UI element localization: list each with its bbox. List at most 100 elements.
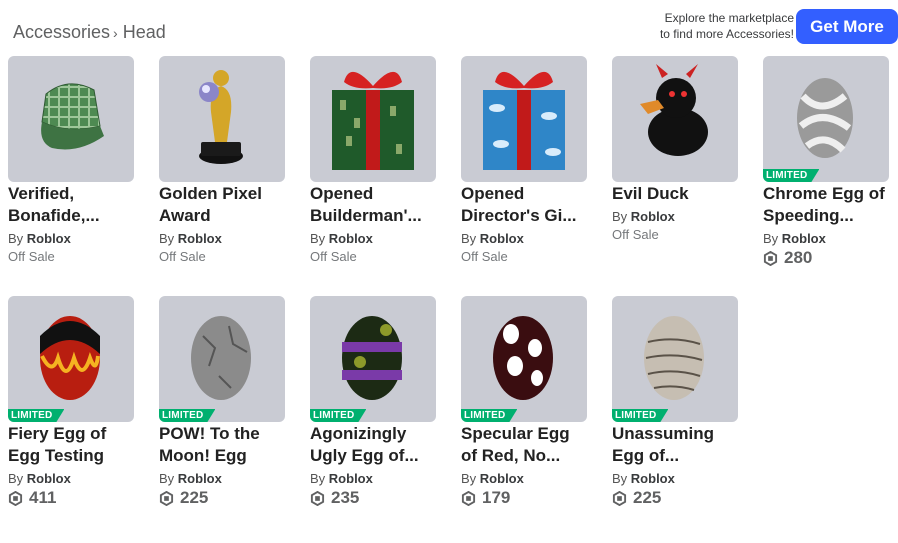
item-price: 179: [461, 488, 587, 508]
item-name[interactable]: Opened Director's Gi...: [461, 183, 587, 227]
robux-icon: [159, 490, 174, 506]
creator-link[interactable]: Roblox: [27, 471, 71, 486]
item-creator: By Roblox: [310, 470, 436, 487]
item-card[interactable]: Evil Duck By Roblox Off Sale: [612, 56, 738, 242]
explore-marketplace-text: Explore the marketplace to find more Acc…: [594, 10, 794, 42]
item-price: 225: [159, 488, 285, 508]
fiery-egg-icon: [40, 316, 100, 400]
creator-link[interactable]: Roblox: [631, 209, 675, 224]
item-thumbnail[interactable]: LIMITED: [310, 296, 436, 422]
item-thumbnail[interactable]: LIMITED: [461, 296, 587, 422]
item-card[interactable]: LIMITED Unassuming Egg of... By Roblox 2…: [612, 296, 738, 508]
breadcrumb-current: Head: [122, 22, 166, 42]
item-thumbnail[interactable]: [8, 56, 134, 182]
moon-egg-icon: [191, 316, 251, 400]
item-thumbnail[interactable]: LIMITED: [8, 296, 134, 422]
item-card[interactable]: Opened Director's Gi... By Roblox Off Sa…: [461, 56, 587, 264]
robux-icon: [612, 490, 627, 506]
by-label: By: [461, 471, 477, 486]
breadcrumb-accessories-link[interactable]: Accessories: [13, 22, 110, 43]
item-card[interactable]: Verified, Bonafide,... By Roblox Off Sal…: [8, 56, 134, 264]
item-name[interactable]: Unassuming Egg of...: [612, 423, 738, 467]
item-thumbnail[interactable]: [461, 56, 587, 182]
robux-icon: [763, 250, 778, 266]
creator-link[interactable]: Roblox: [480, 471, 524, 486]
limited-badge: LIMITED: [461, 409, 517, 422]
limited-badge: LIMITED: [612, 409, 668, 422]
price-value: 225: [180, 488, 209, 507]
specular-egg-icon: [493, 316, 553, 400]
chrome-egg-icon: [797, 78, 853, 158]
item-creator: By Roblox: [8, 470, 134, 487]
robux-icon: [461, 490, 476, 506]
item-name[interactable]: Opened Builderman'...: [310, 183, 436, 227]
item-thumbnail[interactable]: LIMITED: [763, 56, 889, 182]
item-creator: By Roblox: [461, 230, 587, 247]
creator-link[interactable]: Roblox: [480, 231, 524, 246]
item-status: Off Sale: [612, 227, 659, 242]
item-creator: By Roblox: [159, 230, 285, 247]
item-thumbnail[interactable]: [159, 56, 285, 182]
item-creator: By Roblox: [763, 230, 889, 247]
item-price: 411: [8, 488, 134, 508]
green-plaid-cap-icon: [41, 83, 104, 150]
item-card[interactable]: LIMITED Fiery Egg of Egg Testing By Robl…: [8, 296, 134, 508]
explore-line-2: to find more Accessories!: [659, 27, 794, 41]
limited-badge: LIMITED: [310, 409, 366, 422]
by-label: By: [8, 231, 24, 246]
evil-duck-icon: [640, 64, 708, 156]
chevron-right-icon: ›: [113, 24, 118, 41]
item-card[interactable]: LIMITED Chrome Egg of Speeding... By Rob…: [763, 56, 889, 268]
get-more-button[interactable]: Get More: [796, 9, 898, 44]
creator-link[interactable]: Roblox: [631, 471, 675, 486]
limited-badge: LIMITED: [8, 409, 64, 422]
item-creator: By Roblox: [159, 470, 285, 487]
green-gift-box-icon: [332, 71, 414, 170]
price-value: 235: [331, 488, 360, 507]
by-label: By: [612, 209, 628, 224]
item-price: 225: [612, 488, 738, 508]
price-value: 280: [784, 248, 813, 267]
by-label: By: [763, 231, 779, 246]
item-status: Off Sale: [8, 249, 55, 264]
item-price: 235: [310, 488, 436, 508]
creator-link[interactable]: Roblox: [27, 231, 71, 246]
item-name[interactable]: Fiery Egg of Egg Testing: [8, 423, 134, 467]
item-card[interactable]: Opened Builderman'... By Roblox Off Sale: [310, 56, 436, 264]
item-name[interactable]: Verified, Bonafide,...: [8, 183, 134, 227]
item-creator: By Roblox: [8, 230, 134, 247]
item-creator: By Roblox: [612, 208, 738, 225]
item-status: Off Sale: [461, 249, 508, 264]
item-card[interactable]: Golden Pixel Award By Roblox Off Sale: [159, 56, 285, 264]
limited-badge: LIMITED: [159, 409, 215, 422]
creator-link[interactable]: Roblox: [329, 471, 373, 486]
item-name[interactable]: Golden Pixel Award: [159, 183, 285, 227]
creator-link[interactable]: Roblox: [329, 231, 373, 246]
item-status: Off Sale: [310, 249, 357, 264]
breadcrumb: Accessories › Head: [13, 22, 166, 43]
item-name[interactable]: Chrome Egg of Speeding...: [763, 183, 889, 227]
item-creator: By Roblox: [310, 230, 436, 247]
item-name[interactable]: Agonizingly Ugly Egg of...: [310, 423, 436, 467]
creator-link[interactable]: Roblox: [178, 231, 222, 246]
by-label: By: [159, 471, 175, 486]
item-price: 280: [763, 248, 889, 268]
item-name[interactable]: Specular Egg of Red, No...: [461, 423, 587, 467]
explore-line-1: Explore the marketplace: [664, 11, 794, 25]
item-thumbnail[interactable]: LIMITED: [612, 296, 738, 422]
golden-trophy-icon: [199, 70, 243, 164]
blue-gift-box-icon: [483, 71, 565, 170]
by-label: By: [8, 471, 24, 486]
item-card[interactable]: LIMITED Specular Egg of Red, No... By Ro…: [461, 296, 587, 508]
item-name[interactable]: Evil Duck: [612, 183, 738, 205]
item-name[interactable]: POW! To the Moon! Egg: [159, 423, 285, 467]
creator-link[interactable]: Roblox: [782, 231, 826, 246]
item-thumbnail[interactable]: LIMITED: [159, 296, 285, 422]
creator-link[interactable]: Roblox: [178, 471, 222, 486]
robux-icon: [310, 490, 325, 506]
item-thumbnail[interactable]: [612, 56, 738, 182]
by-label: By: [612, 471, 628, 486]
item-card[interactable]: LIMITED Agonizingly Ugly Egg of... By Ro…: [310, 296, 436, 508]
item-thumbnail[interactable]: [310, 56, 436, 182]
item-card[interactable]: LIMITED POW! To the Moon! Egg By Roblox …: [159, 296, 285, 508]
